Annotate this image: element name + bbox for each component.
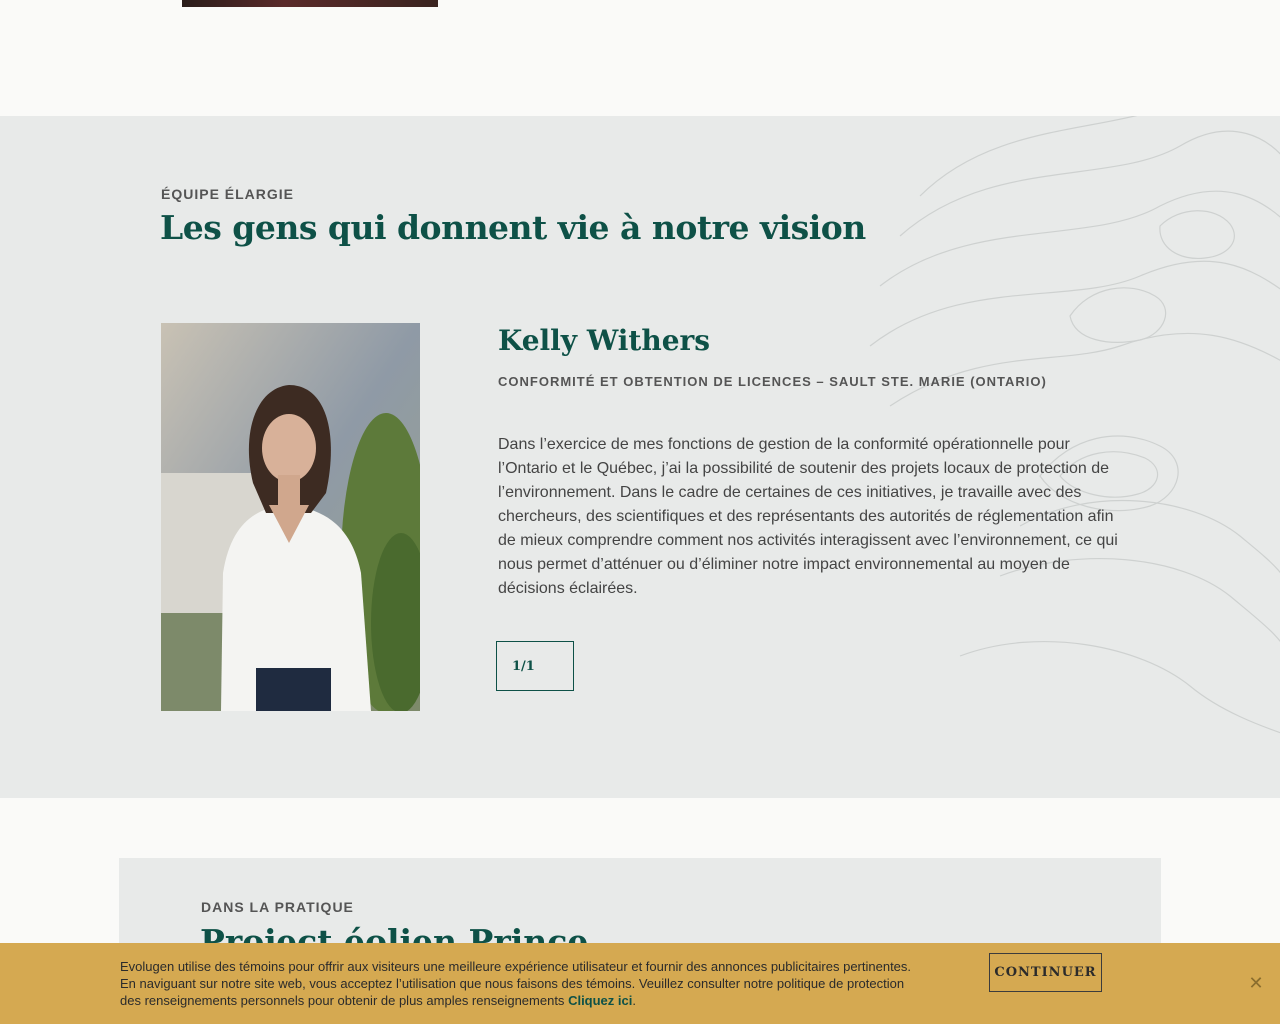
previous-member-photo bbox=[182, 0, 438, 7]
member-portrait bbox=[161, 323, 420, 711]
pager-count: 1/1 bbox=[512, 658, 535, 674]
cookie-policy-link[interactable]: Cliquez ici bbox=[568, 993, 632, 1008]
cookie-banner: Evolugen utilise des témoins pour offrir… bbox=[0, 943, 1280, 1024]
extended-team-section: ÉQUIPE ÉLARGIE Les gens qui donnent vie … bbox=[0, 116, 1280, 798]
section-heading: Les gens qui donnent vie à notre vision bbox=[160, 208, 866, 247]
member-role: CONFORMITÉ ET OBTENTION DE LICENCES – SA… bbox=[498, 374, 1047, 389]
member-name: Kelly Withers bbox=[498, 324, 711, 357]
cookie-text: Evolugen utilise des témoins pour offrir… bbox=[120, 959, 912, 1008]
section-eyebrow: ÉQUIPE ÉLARGIE bbox=[161, 186, 295, 202]
practice-eyebrow: DANS LA PRATIQUE bbox=[201, 899, 354, 915]
cookie-message: Evolugen utilise des témoins pour offrir… bbox=[120, 959, 912, 1008]
carousel-pager[interactable]: 1/1 bbox=[496, 641, 574, 691]
member-bio: Dans l’exercice de mes fonctions de gest… bbox=[498, 436, 1118, 597]
continue-button[interactable]: CONTINUER bbox=[989, 953, 1102, 992]
close-icon[interactable]: ✕ bbox=[1248, 974, 1264, 992]
